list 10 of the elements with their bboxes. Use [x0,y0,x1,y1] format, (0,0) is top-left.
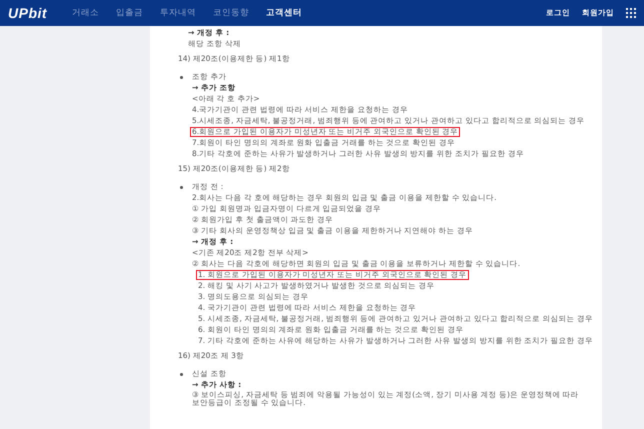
bullet-icon [180,76,183,79]
nav-menu-item[interactable]: 입출금 [116,7,143,19]
bullet-icon [180,373,183,376]
nav-menu-item[interactable]: 투자내역 [160,7,196,19]
logo[interactable]: UPbit [8,5,72,21]
app-grid-icon[interactable] [626,8,636,18]
nav-menu-item[interactable]: 거래소 [72,7,99,19]
nav-menu-item[interactable]: 코인동향 [213,7,249,19]
bullet-icon [180,186,183,189]
nav-menu-item[interactable]: 고객센터 [266,7,302,19]
